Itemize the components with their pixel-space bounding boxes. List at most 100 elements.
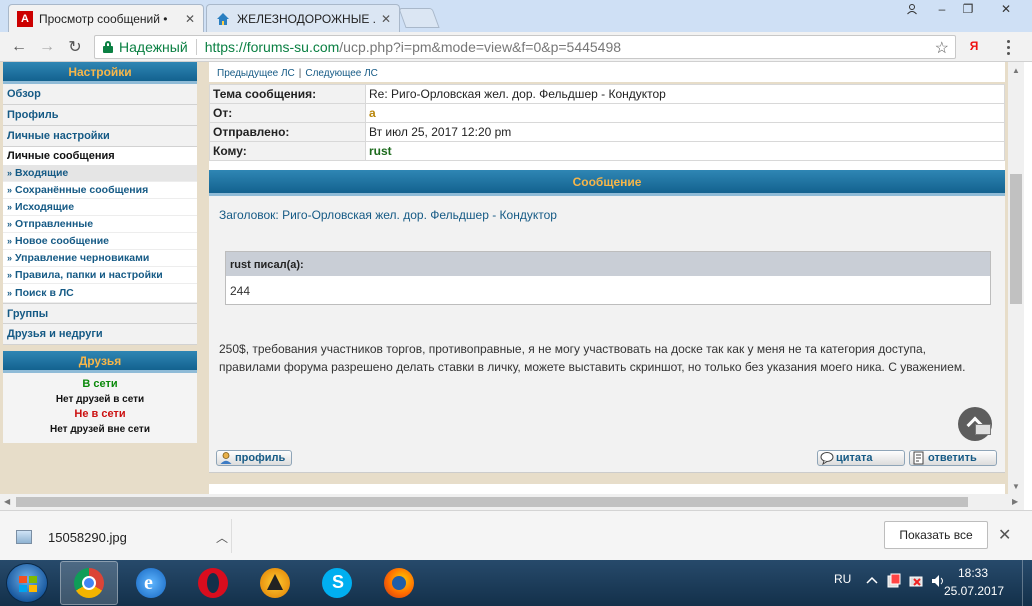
horizontal-scrollbar[interactable]: ◀ ▶ [0,494,1024,510]
taskbar-chrome[interactable] [60,561,118,605]
scroll-up-arrow-icon[interactable]: ▲ [1012,66,1020,75]
taskbar-internet-explorer[interactable]: e [122,561,180,605]
settings-header: Настройки [3,62,197,84]
chrome-icon [74,568,104,598]
minimize-button[interactable]: ‒ [928,0,956,18]
chevron-up-icon[interactable] [864,573,880,589]
sidebar-item-drafts[interactable]: » Управление черновиками [3,250,197,267]
to-label: Кому: [209,141,366,161]
start-button[interactable] [6,563,48,603]
horizontal-scroll-thumb[interactable] [16,497,968,507]
double-arrow-icon: » [7,168,13,178]
sidebar-item-pm-search[interactable]: » Поиск в ЛС [3,284,197,303]
browser-menu-icon[interactable] [998,36,1018,58]
tab-close-icon[interactable]: ✕ [381,12,391,26]
online-title: В сети [82,378,118,390]
offline-title: Не в сети [74,408,126,420]
sidebar-item-groups[interactable]: Группы [3,303,197,324]
tab-messages[interactable]: A Просмотр сообщений • ✕ [8,4,204,32]
window-close-button[interactable]: ✕ [984,0,1028,18]
online-empty: Нет друзей в сети [55,394,145,405]
clock-time[interactable]: 18:33 [958,566,988,580]
window-icon [975,424,991,435]
sidebar-item-new-message[interactable]: » Новое сообщение [3,233,197,250]
scroll-down-arrow-icon[interactable]: ▼ [1012,482,1020,491]
sidebar-item-overview[interactable]: Обзор [3,84,197,105]
message-panel: Предыдущее ЛС | Следующее ЛС Тема сообщени… [209,62,1005,494]
message-text: 250$, требования участников торгов, прот… [219,342,966,374]
download-item[interactable]: 15058290.jpg ︿ [16,523,228,551]
close-icon[interactable]: ✕ [998,525,1011,545]
message-body: Заголовок: Риго-Орловская жел. дор. Фель… [209,196,1005,484]
page-viewport: Настройки Обзор Профиль Личные настройки… [0,62,1008,494]
message-section-header: Сообщение [209,170,1005,196]
address-bar[interactable]: Надежный https://forums-su.com/ucp.php?i… [94,35,956,59]
vertical-scrollbar[interactable]: ▲ ▼ [1008,62,1024,494]
table-row: Кому: rust [209,141,1005,161]
vertical-scroll-thumb[interactable] [1010,174,1022,304]
tab-close-icon[interactable]: ✕ [185,12,195,26]
message-footer [209,472,1005,484]
sidebar-item-rules-folders[interactable]: » Правила, папки и настройки [3,267,197,284]
taskbar-opera[interactable] [184,561,242,605]
address-divider [195,39,197,55]
from-value[interactable]: a [365,103,1005,123]
download-filename: 15058290.jpg [48,529,127,545]
new-tab-button[interactable] [398,8,440,28]
sidebar-item-saved[interactable]: » Сохранённые сообщения [3,182,197,199]
taskbar-firefox[interactable] [370,561,428,605]
double-arrow-icon: » [7,185,13,195]
clock-date[interactable]: 25.07.2017 [944,584,1004,598]
scroll-to-top-button[interactable] [958,407,992,441]
reload-button[interactable]: ↻ [64,36,86,58]
table-row: Тема сообщения: Re: Риго-Орловская жел. … [209,84,1005,104]
url-host: https://forums-su.com [204,39,340,55]
message-info-table: Тема сообщения: Re: Риго-Орловская жел. … [209,84,1005,161]
sidebar-item-profile[interactable]: Профиль [3,105,197,126]
profile-icon[interactable] [898,0,926,18]
quote-button[interactable]: цитата [817,450,905,466]
sidebar-item-inbox[interactable]: » Входящие [3,165,197,182]
previous-pm-link[interactable]: Предыдущее ЛС [217,68,295,79]
show-desktop-button[interactable] [1022,560,1032,606]
next-pm-link[interactable]: Следующее ЛС [305,68,378,79]
browser-tabstrip: A Просмотр сообщений • ✕ ЖЕЛЕЗНОДОРОЖНЫЕ… [0,0,1032,32]
tab-title: Просмотр сообщений • [39,11,168,26]
quote-block: rust писал(а): 244 [225,251,991,305]
double-arrow-icon: » [7,288,13,298]
pm-section-title[interactable]: Личные сообщения [3,147,197,165]
forward-button[interactable]: → [36,36,58,58]
taskbar-skype[interactable]: S [308,561,366,605]
internet-explorer-icon: e [136,568,166,598]
show-all-downloads-button[interactable]: Показать все [884,521,988,549]
friends-header: Друзья [3,351,197,373]
tab-railway[interactable]: ЖЕЛЕЗНОДОРОЖНЫЕ ... ✕ [206,4,400,32]
reply-button[interactable]: ответить [909,450,997,466]
chevron-up-icon[interactable]: ︿ [216,529,228,546]
network-icon[interactable] [908,573,924,589]
sidebar-item-friends-foes[interactable]: Друзья и недруги [3,324,197,345]
image-file-icon [16,530,32,544]
yandex-extension-icon[interactable]: Я [964,36,984,56]
back-button[interactable]: ← [8,36,30,58]
notifications-icon[interactable] [886,573,902,589]
maximize-button[interactable]: ❐ [954,0,982,18]
profile-button[interactable]: профиль [216,450,293,468]
double-arrow-icon: » [7,219,13,229]
scroll-right-arrow-icon[interactable]: ▶ [1012,497,1018,506]
sidebar-item-outbox[interactable]: » Исходящие [3,199,197,216]
site-favicon-icon: A [17,10,33,27]
message-actions: профиль цитата ответить [209,448,1005,468]
document-pencil-icon [912,451,926,468]
scroll-left-arrow-icon[interactable]: ◀ [4,497,10,506]
taskbar-aimp[interactable] [246,561,304,605]
sidebar-item-personal-settings[interactable]: Личные настройки [3,126,197,147]
sidebar-item-sent[interactable]: » Отправленные [3,216,197,233]
user-icon [219,451,233,468]
opera-icon [198,568,228,598]
friends-list: В сети Нет друзей в сети Не в сети Нет д… [3,373,197,443]
language-indicator[interactable]: RU [834,572,851,586]
skype-icon: S [322,568,352,598]
to-value[interactable]: rust [365,141,1005,161]
bookmark-star-icon[interactable]: ☆ [935,38,949,58]
